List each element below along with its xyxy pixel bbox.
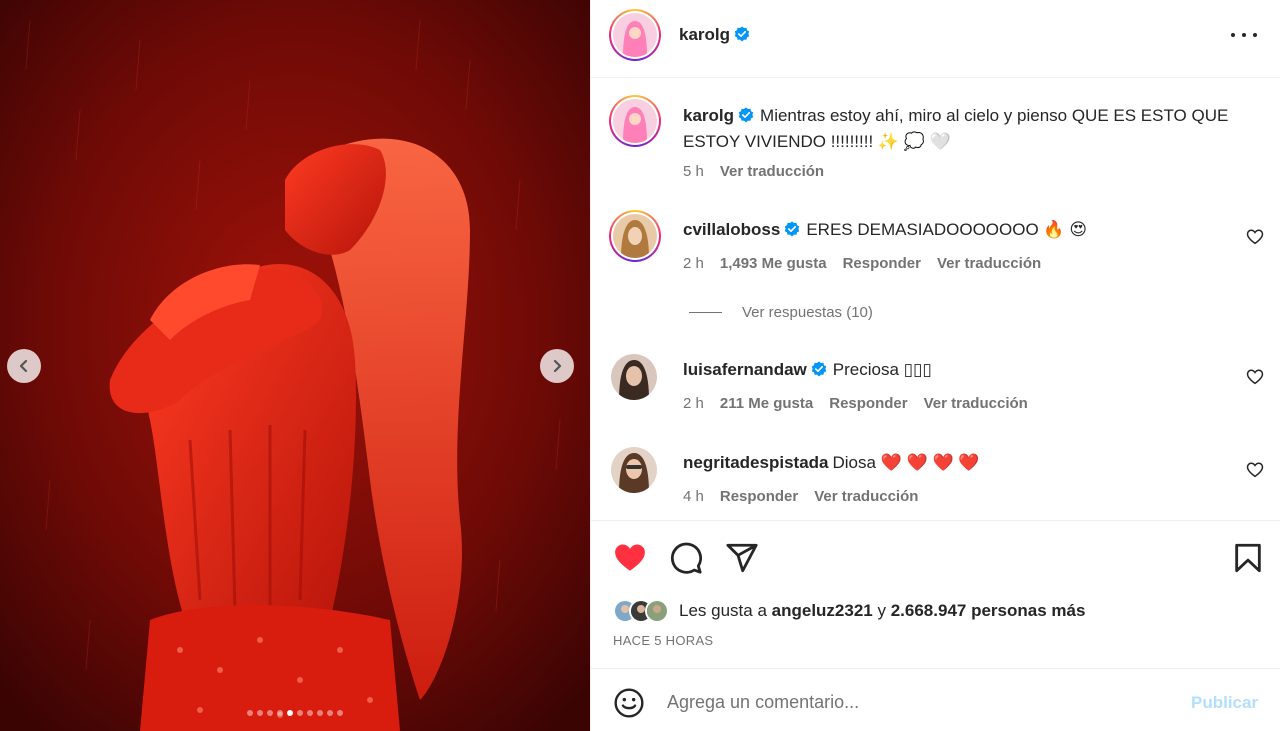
emoji-smiley-icon[interactable] [613, 687, 645, 719]
more-dot [1242, 33, 1246, 37]
liker-avatar[interactable] [645, 599, 669, 623]
comment-avatar[interactable] [611, 354, 657, 400]
likes-prefix: Les gusta a [679, 601, 767, 620]
carousel-dot [327, 710, 333, 716]
comment-like-heart-icon[interactable] [1246, 368, 1264, 386]
publish-button[interactable]: Publicar [1191, 693, 1258, 713]
comment-like-heart-icon[interactable] [1246, 228, 1264, 246]
avatar-image [611, 447, 657, 493]
first-liker-link[interactable]: angeluz2321 [772, 601, 873, 621]
carousel-indicator [0, 710, 590, 718]
comment-input[interactable] [667, 687, 1167, 717]
author-avatar[interactable] [609, 9, 661, 61]
comment-meta: 2 h 211 Me gusta Responder Ver traducció… [683, 395, 1028, 412]
carousel-dot [287, 710, 293, 716]
author-username[interactable]: karolg [679, 25, 750, 45]
like-heart-filled-icon[interactable] [613, 541, 647, 575]
replies-divider [689, 312, 722, 313]
more-dot [1253, 33, 1257, 37]
carousel-previous-button[interactable] [7, 349, 41, 383]
more-options-button[interactable] [1231, 26, 1257, 44]
comment-text-block: luisafernandaw Preciosa ▯▯▯ [683, 357, 1243, 383]
carousel-dot [257, 710, 263, 716]
comment-text: Diosa ❤️ ❤️ ❤️ ❤️ [832, 453, 980, 472]
comment-text-block: negritadespistada Diosa ❤️ ❤️ ❤️ ❤️ [683, 450, 1243, 476]
post-actions: Les gusta a angeluz2321 y 2.668.947 pers… [591, 520, 1280, 668]
comment-meta: 4 h Responder Ver traducción [683, 488, 918, 505]
comment-translate-link[interactable]: Ver traducción [814, 488, 918, 505]
author-username-text[interactable]: karolg [679, 25, 730, 44]
comment-like-heart-icon[interactable] [1246, 461, 1264, 479]
carousel-dot [337, 710, 343, 716]
comment-reply-button[interactable]: Responder [829, 395, 907, 412]
carousel-next-button[interactable] [540, 349, 574, 383]
more-horizontal-icon [1231, 33, 1235, 37]
carousel-dot [317, 710, 323, 716]
comment-reply-button[interactable]: Responder [720, 488, 798, 505]
caption-username[interactable]: karolg [683, 106, 734, 125]
post-timestamp[interactable]: HACE 5 HORAS [613, 633, 713, 648]
carousel-dot [277, 710, 283, 716]
chevron-left-icon [19, 359, 28, 373]
caption-time[interactable]: 5 h [683, 163, 704, 180]
post-media [0, 0, 590, 731]
avatar-image [613, 99, 657, 143]
comment-time[interactable]: 2 h [683, 255, 704, 272]
comment-username[interactable]: cvillaloboss [683, 220, 780, 239]
caption-text-block: karolg Mientras estoy ahí, miro al cielo … [683, 103, 1243, 155]
comment-avatar[interactable] [609, 210, 661, 262]
verified-badge-icon [738, 107, 754, 123]
liker-avatars [613, 599, 669, 623]
avatar-image [613, 214, 657, 258]
comment-reply-button[interactable]: Responder [843, 255, 921, 272]
comment-text-block: cvillaloboss ERES DEMASIADOOOOOOO 🔥 😍 [683, 217, 1243, 243]
comment-likes-count[interactable]: 1,493 Me gusta [720, 255, 827, 272]
carousel-dot [267, 710, 273, 716]
comment-avatar[interactable] [611, 447, 657, 493]
likes-summary: Les gusta a angeluz2321 y 2.668.947 pers… [613, 599, 1085, 623]
post-photo [0, 0, 590, 731]
view-replies-button[interactable]: Ver respuestas (10) [689, 304, 873, 321]
comment-time[interactable]: 2 h [683, 395, 704, 412]
caption-meta: 5 h Ver traducción [683, 163, 824, 180]
verified-badge-icon [811, 361, 826, 377]
comments-section: karolg Mientras estoy ahí, miro al cielo … [591, 79, 1280, 519]
likes-connector: y [877, 601, 886, 620]
avatar-image [611, 354, 657, 400]
comment-text: ERES DEMASIADOOOOOOO 🔥 😍 [806, 220, 1088, 239]
view-replies-label: Ver respuestas (10) [742, 304, 873, 321]
verified-badge-icon [734, 26, 750, 42]
post-dialog: karolg karolg Mientras estoy ahí, miro a… [0, 0, 1280, 731]
comment-username[interactable]: luisafernandaw [683, 360, 807, 379]
verified-badge-icon [785, 221, 800, 237]
comment-likes-count[interactable]: 211 Me gusta [720, 395, 813, 412]
caption-translate-link[interactable]: Ver traducción [720, 163, 824, 180]
carousel-dot [247, 710, 253, 716]
comment-username[interactable]: negritadespistada [683, 453, 829, 472]
save-bookmark-icon[interactable] [1231, 541, 1265, 575]
comment-time[interactable]: 4 h [683, 488, 704, 505]
comment-composer: Publicar [591, 668, 1280, 731]
carousel-dot [297, 710, 303, 716]
avatar-image [613, 13, 657, 57]
comment-text: Preciosa ▯▯▯ [832, 360, 932, 379]
other-likers-link[interactable]: 2.668.947 personas más [891, 601, 1086, 621]
share-send-icon[interactable] [725, 541, 759, 575]
comment-meta: 2 h 1,493 Me gusta Responder Ver traducc… [683, 255, 1041, 272]
caption-text: Mientras estoy ahí, miro al cielo y pien… [683, 106, 1229, 151]
comment-bubble-icon[interactable] [669, 541, 703, 575]
post-header: karolg [591, 0, 1280, 78]
comment-translate-link[interactable]: Ver traducción [924, 395, 1028, 412]
post-sidebar: karolg karolg Mientras estoy ahí, miro a… [590, 0, 1280, 731]
carousel-dot [307, 710, 313, 716]
chevron-right-icon [553, 359, 562, 373]
comment-translate-link[interactable]: Ver traducción [937, 255, 1041, 272]
caption-avatar[interactable] [609, 95, 661, 147]
